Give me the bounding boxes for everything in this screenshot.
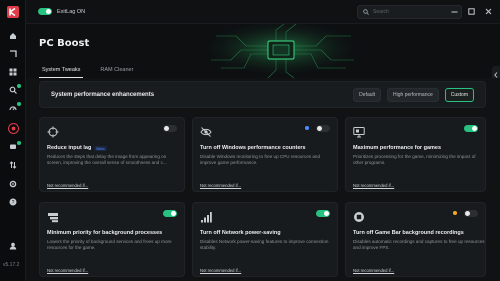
game-bar-toggle[interactable] [464, 210, 478, 217]
nav-help[interactable]: ? [0, 195, 26, 209]
system-performance-bar: System performance enhancements Default … [39, 81, 486, 108]
pc-boost-icon [7, 122, 19, 134]
app-version: v5.17.2 [3, 262, 20, 268]
mode-custom-button[interactable]: Custom [444, 88, 474, 102]
nav-analyzer[interactable] [0, 83, 26, 97]
minimize-button[interactable] [450, 7, 458, 15]
game-monitor-icon [353, 125, 365, 138]
card-title: Maximum performance for games [353, 145, 442, 151]
card-description: Disables Network power-saving features t… [200, 239, 329, 250]
swap-arrows-icon [9, 161, 17, 169]
card-title: Turn off Windows performance counters [200, 145, 306, 151]
window-controls [450, 7, 492, 15]
exitlag-status-label: ExitLag ON [57, 8, 86, 15]
card-title: Turn off Game Bar background recordings [353, 230, 464, 236]
gear-icon [9, 180, 17, 188]
topbar: ExitLag ON [26, 0, 500, 24]
grid-icon [9, 68, 17, 76]
tweak-card-network-power: Turn off Network power-saving Disables N… [192, 202, 338, 277]
close-button[interactable] [484, 7, 492, 15]
nav-speed[interactable] [0, 101, 26, 115]
gauge-icon [9, 106, 17, 111]
mode-high-performance-button[interactable]: High performance [387, 88, 439, 102]
sidebar: ? v5.17.2 [0, 0, 26, 281]
maximize-icon [467, 7, 475, 15]
layers-icon [47, 210, 59, 223]
eye-off-icon [200, 125, 212, 137]
search-icon [363, 9, 369, 15]
tweak-card-game-bar: Turn off Game Bar background recordings … [345, 202, 486, 277]
max-performance-toggle[interactable] [464, 125, 478, 132]
nav-mobile[interactable] [0, 140, 26, 154]
not-recommended-link[interactable]: Not recommended if... [353, 183, 394, 188]
not-recommended-link[interactable]: Not recommended if... [200, 268, 241, 273]
performance-mode-group: Default High performance Custom [353, 88, 474, 102]
tab-ram-cleaner[interactable]: RAM Cleaner [97, 64, 136, 78]
card-description: Prioritizes processing for the game, min… [353, 154, 476, 165]
nav-redirect[interactable] [0, 47, 26, 61]
tweak-card-max-performance: Maximum performance for games Prioritize… [345, 117, 486, 192]
svg-text:?: ? [12, 200, 15, 206]
collapse-panel-button[interactable] [492, 66, 500, 78]
minimize-icon [451, 11, 457, 12]
record-icon [353, 210, 365, 222]
chip-illustration [206, 24, 356, 78]
nav-routes[interactable] [0, 158, 26, 172]
close-icon [485, 8, 491, 14]
exitlag-status: ExitLag ON [38, 8, 85, 15]
maximize-button[interactable] [467, 7, 475, 15]
exitlag-toggle[interactable] [38, 8, 52, 15]
not-recommended-link[interactable]: Not recommended if... [353, 268, 394, 273]
mode-default-button[interactable]: Default [353, 88, 382, 102]
chevron-left-icon [494, 72, 498, 78]
warning-indicator-dot [453, 211, 457, 215]
system-performance-label: System performance enhancements [51, 92, 155, 98]
help-icon: ? [9, 198, 17, 206]
not-recommended-link[interactable]: Not recommended if... [47, 268, 88, 273]
search-box [357, 5, 462, 19]
not-recommended-link[interactable]: Not recommended if... [200, 183, 241, 188]
tweak-card-performance-counters: Turn off Windows performance counters Di… [192, 117, 338, 192]
tweak-card-input-lag: Reduce input lag Beta Reduces the steps t… [39, 117, 185, 192]
signal-bars-icon [200, 210, 212, 223]
nav-account[interactable] [0, 239, 26, 253]
redirect-icon [10, 50, 17, 57]
nav-status-dot [17, 141, 21, 145]
performance-counters-toggle[interactable] [316, 125, 330, 132]
card-description: Reduces the steps that delay the image f… [47, 154, 167, 165]
nav-home[interactable] [0, 29, 26, 43]
beta-badge: Beta [94, 145, 107, 151]
nav-status-dot [17, 84, 21, 88]
crosshair-icon [47, 125, 59, 138]
card-description: Disable Windows monitoring to free up CP… [200, 154, 321, 165]
tweak-card-background-priority: Minimum priority for background processe… [39, 202, 185, 277]
phone-icon [10, 144, 16, 149]
nav-apps[interactable] [0, 65, 26, 79]
network-power-toggle[interactable] [316, 210, 330, 217]
card-title: Turn off Network power-saving [200, 230, 281, 236]
card-description: Lowers the priority of background servic… [47, 239, 172, 250]
info-indicator-dot [305, 126, 309, 130]
card-title: Minimum priority for background processe… [47, 230, 163, 236]
exitlag-logo [7, 6, 19, 18]
nav-status-dot [17, 102, 21, 106]
not-recommended-link[interactable]: Not recommended if... [47, 183, 88, 188]
tab-system-tweaks[interactable]: System Tweaks [39, 64, 84, 78]
card-title: Reduce input lag [47, 145, 92, 151]
tab-bar: System Tweaks RAM Cleaner [39, 64, 136, 78]
search-input[interactable] [373, 9, 453, 15]
magnifier-icon [9, 86, 17, 94]
background-priority-toggle[interactable] [163, 210, 177, 217]
user-icon [9, 242, 17, 250]
home-icon [10, 33, 16, 39]
page-title: PC Boost [39, 38, 90, 49]
card-description: Disables automatic recordings and captur… [353, 239, 485, 250]
nav-pc-boost[interactable] [0, 121, 26, 135]
input-lag-toggle[interactable] [163, 125, 177, 132]
nav-settings[interactable] [0, 177, 26, 191]
app-window: ? v5.17.2 ExitLag ON Search PC Boost Sys… [0, 0, 500, 281]
